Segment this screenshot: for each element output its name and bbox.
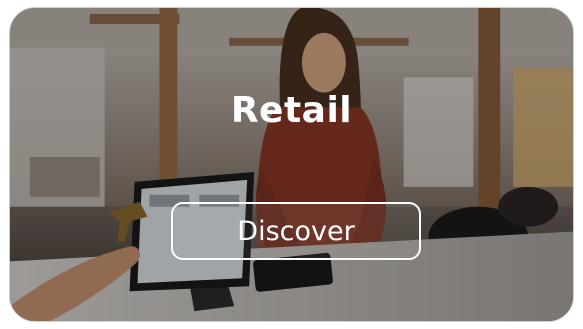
discover-button[interactable]: Discover	[171, 202, 421, 260]
retail-card[interactable]: Retail Discover	[9, 7, 574, 322]
card-title: Retail	[230, 90, 353, 131]
image-dim-overlay	[10, 8, 573, 321]
